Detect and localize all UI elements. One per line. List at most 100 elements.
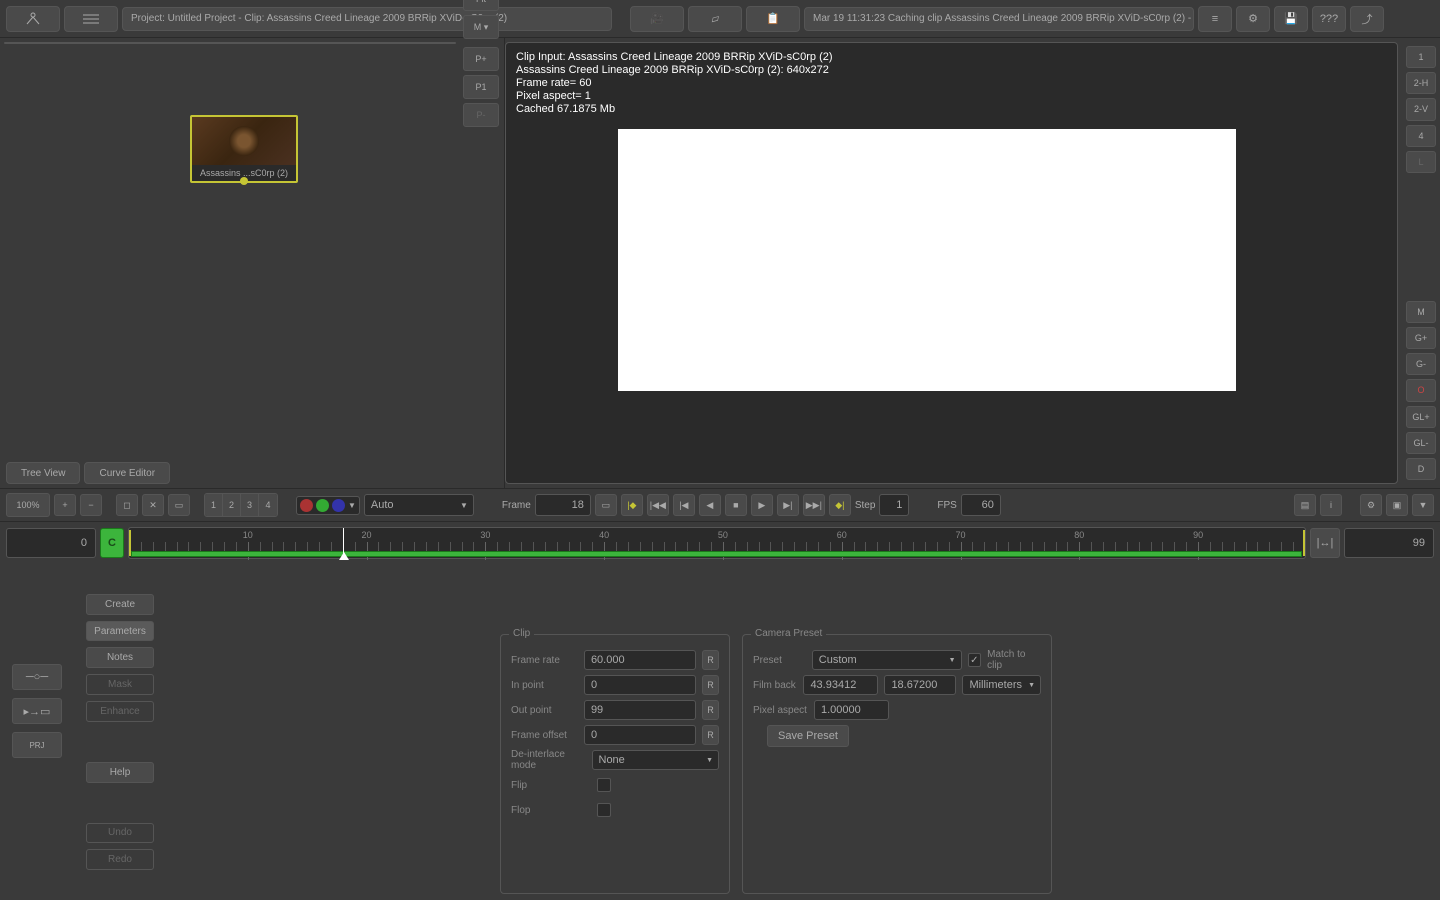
go-to-start-button[interactable]: |◀◀ xyxy=(647,494,669,516)
list-mode-button[interactable] xyxy=(64,6,118,32)
preset-1-button[interactable]: P1 xyxy=(463,75,499,99)
channel-selector[interactable]: ▼ xyxy=(296,496,360,515)
prev-key-button[interactable]: |◀ xyxy=(673,494,695,516)
m-menu-button[interactable]: M ▾ xyxy=(463,15,499,39)
step-back-button[interactable]: ◀ xyxy=(699,494,721,516)
notes-tab[interactable]: Notes xyxy=(86,647,154,668)
green-channel[interactable] xyxy=(316,499,329,512)
help-button[interactable]: ??? xyxy=(1312,6,1346,32)
filmback-unit-select[interactable]: Millimeters xyxy=(962,675,1041,695)
filmback-height-input[interactable] xyxy=(884,675,956,695)
layout-2v-button[interactable]: 2-V xyxy=(1406,98,1436,120)
out-point-reset[interactable]: R xyxy=(702,700,719,720)
save-button[interactable]: 💾 xyxy=(1274,6,1308,32)
go-to-end-button[interactable]: ▶▶| xyxy=(803,494,825,516)
gain-minus-button[interactable]: G- xyxy=(1406,353,1436,375)
tree-view-tab[interactable]: Tree View xyxy=(6,462,80,484)
step-input[interactable] xyxy=(879,494,909,516)
timeline-track[interactable]: 102030405060708090 xyxy=(128,527,1306,559)
filmback-width-input[interactable] xyxy=(803,675,878,695)
go-to-start-key-button[interactable]: |◆ xyxy=(621,494,643,516)
gain-plus-button[interactable]: G+ xyxy=(1406,327,1436,349)
d-button[interactable]: D xyxy=(1406,458,1436,480)
match-to-clip-checkbox[interactable]: ✓ xyxy=(968,653,982,667)
flip-checkbox[interactable] xyxy=(597,778,611,792)
go-to-end-key-button[interactable]: ◆| xyxy=(829,494,851,516)
zoom-out-button[interactable]: − xyxy=(80,494,102,516)
node-graph-mode-button[interactable] xyxy=(6,6,60,32)
help-tab[interactable]: Help xyxy=(86,762,154,783)
frame-offset-reset[interactable]: R xyxy=(702,725,719,745)
play-button[interactable]: ▶ xyxy=(751,494,773,516)
red-channel[interactable] xyxy=(300,499,313,512)
range-handle-right[interactable] xyxy=(1303,530,1305,556)
gl-minus-button[interactable]: GL- xyxy=(1406,432,1436,454)
frame-rate-input[interactable] xyxy=(584,650,696,670)
slot-4[interactable]: 4 xyxy=(259,494,277,516)
settings-button[interactable]: ⚙ xyxy=(1236,6,1270,32)
info-panel-button[interactable]: ▤ xyxy=(1294,494,1316,516)
layout-1-button[interactable]: 1 xyxy=(1406,46,1436,68)
crop-button[interactable]: ✕ xyxy=(142,494,164,516)
preset-plus-button[interactable]: P+ xyxy=(463,47,499,71)
preset-select[interactable]: Custom xyxy=(812,650,962,670)
tree-canvas[interactable]: Assassins ...sC0rp (2) P+ P1 P- Cut Cop … xyxy=(4,42,456,44)
flop-checkbox[interactable] xyxy=(597,803,611,817)
info-line: Cached 67.1875 Mb xyxy=(516,103,833,116)
viewer-canvas[interactable]: Clip Input: Assassins Creed Lineage 2009… xyxy=(505,42,1398,484)
exit-button[interactable]: ⤴ xyxy=(1350,6,1384,32)
node-output-port[interactable] xyxy=(240,177,248,185)
slot-3[interactable]: 3 xyxy=(241,494,259,516)
safe-area-button[interactable]: ▭ xyxy=(168,494,190,516)
deinterlace-select[interactable]: None xyxy=(592,750,720,770)
frame-rate-reset[interactable]: R xyxy=(702,650,719,670)
camera-button[interactable]: 🎥 xyxy=(630,6,684,32)
info-button[interactable]: i xyxy=(1320,494,1342,516)
frame-label: Frame xyxy=(502,500,531,511)
clip-button[interactable]: ▱ xyxy=(688,6,742,32)
mask-button[interactable]: M xyxy=(1406,301,1436,323)
list-icon-button[interactable]: ≡ xyxy=(1198,6,1232,32)
pipeline-icon[interactable]: ▸→▭ xyxy=(12,698,62,724)
curve-editor-tab[interactable]: Curve Editor xyxy=(84,462,170,484)
blue-channel[interactable] xyxy=(332,499,345,512)
viewer-slot-selector[interactable]: 1 2 3 4 xyxy=(204,493,278,517)
overlay-button[interactable]: O xyxy=(1406,379,1436,401)
node-param-icon[interactable]: ─○─ xyxy=(12,664,62,690)
frame-input[interactable] xyxy=(535,494,591,516)
fps-input[interactable] xyxy=(961,494,1001,516)
gear-icon[interactable]: ⚙ xyxy=(1360,494,1382,516)
in-point-input[interactable] xyxy=(584,675,696,695)
cache-indicator[interactable]: C xyxy=(100,528,124,558)
clip-node[interactable]: Assassins ...sC0rp (2) xyxy=(190,115,298,183)
frame-offset-input[interactable] xyxy=(584,725,696,745)
layout-4-button[interactable]: 4 xyxy=(1406,125,1436,147)
create-tab[interactable]: Create xyxy=(86,594,154,615)
save-preset-button[interactable]: Save Preset xyxy=(767,725,849,747)
clip-fieldset: Clip Frame rateR In pointR Out pointR Fr… xyxy=(500,634,730,894)
fit-range-button[interactable]: |↔| xyxy=(1310,528,1340,558)
slot-2[interactable]: 2 xyxy=(223,494,241,516)
quality-select[interactable]: Auto xyxy=(364,494,474,516)
render-button[interactable]: ▣ xyxy=(1386,494,1408,516)
range-start[interactable]: 0 xyxy=(6,528,96,558)
import-button[interactable]: 📋 xyxy=(746,6,800,32)
parameters-tab[interactable]: Parameters xyxy=(86,621,154,642)
dropdown-button[interactable]: ▼ xyxy=(1412,494,1434,516)
slot-1[interactable]: 1 xyxy=(205,494,223,516)
zoom-in-button[interactable]: + xyxy=(54,494,76,516)
project-icon[interactable]: PRJ xyxy=(12,732,62,758)
in-point-reset[interactable]: R xyxy=(702,675,719,695)
stop-button[interactable]: ■ xyxy=(725,494,747,516)
layout-2h-button[interactable]: 2-H xyxy=(1406,72,1436,94)
fit-button[interactable]: Fit xyxy=(463,0,499,11)
monitor-button[interactable]: ▭ xyxy=(595,494,617,516)
pixel-aspect-input[interactable] xyxy=(814,700,889,720)
next-key-button[interactable]: ▶| xyxy=(777,494,799,516)
out-point-input[interactable] xyxy=(584,700,696,720)
zoom-level[interactable]: 100% xyxy=(6,493,50,517)
fit-view-button[interactable]: ◻ xyxy=(116,494,138,516)
playhead[interactable] xyxy=(343,528,344,558)
range-end[interactable]: 99 xyxy=(1344,528,1434,558)
gl-plus-button[interactable]: GL+ xyxy=(1406,406,1436,428)
